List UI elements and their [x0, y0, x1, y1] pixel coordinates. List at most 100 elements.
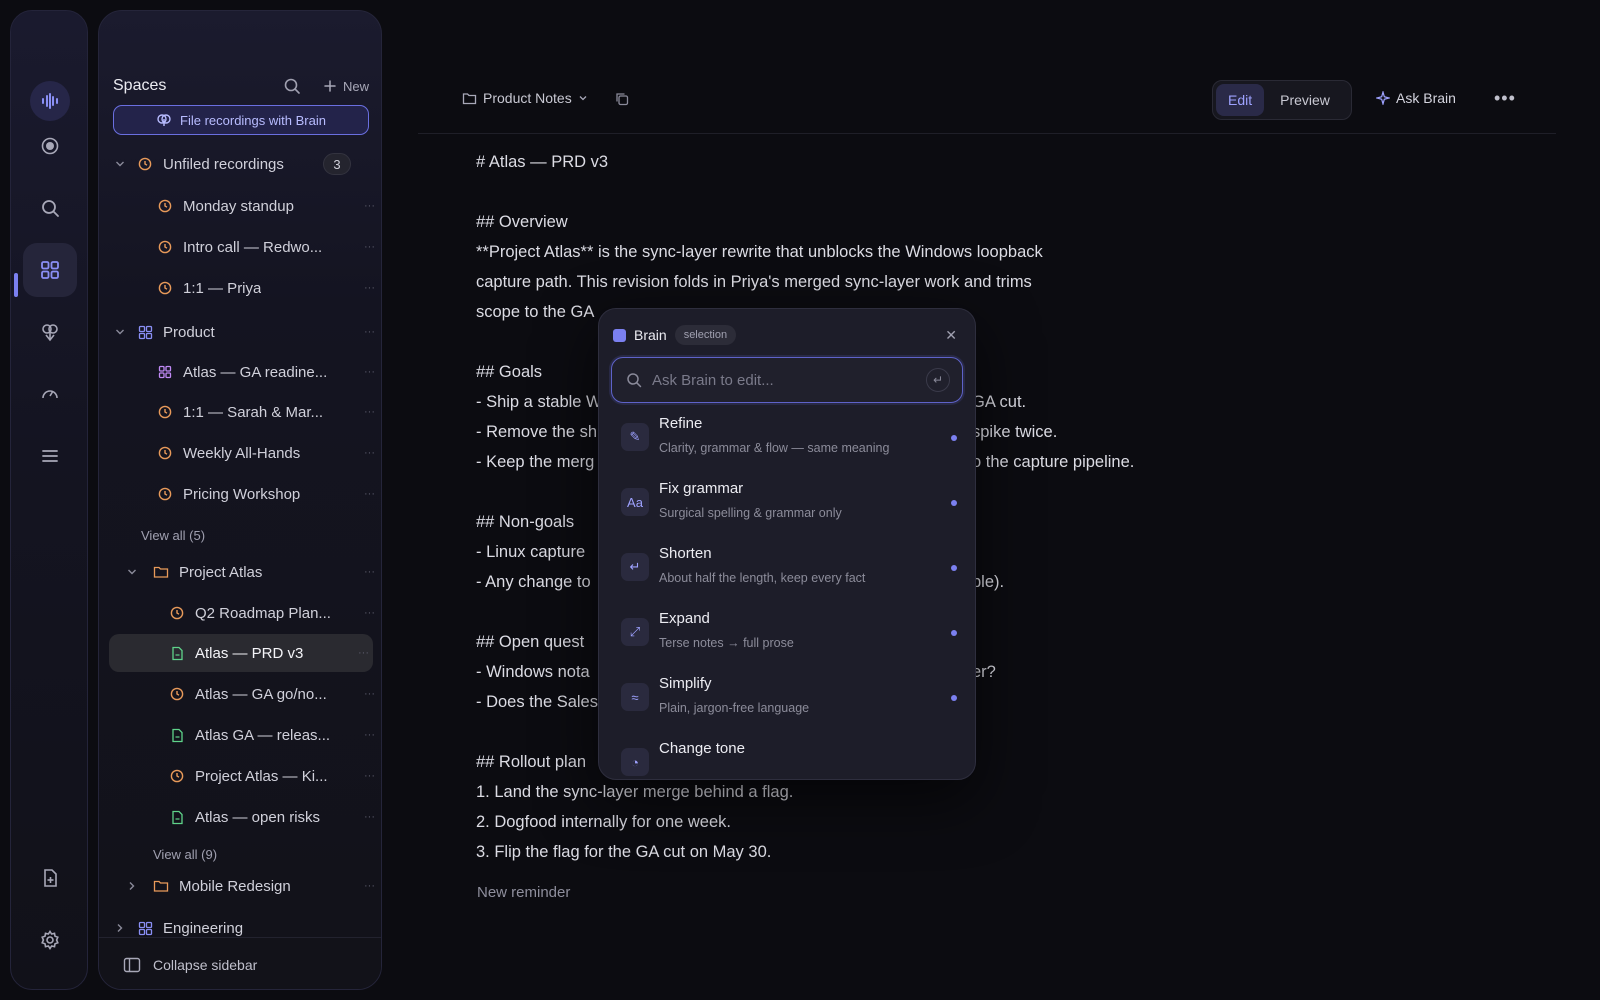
more-icon[interactable]: ···: [364, 770, 375, 782]
list-item[interactable]: 1:1 — Sarah & Mar... ···: [157, 393, 381, 431]
more-icon[interactable]: ···: [358, 647, 369, 659]
more-icon[interactable]: ···: [364, 566, 375, 578]
folder-mobile-redesign[interactable]: Mobile Redesign ···: [125, 867, 381, 905]
more-icon[interactable]: ···: [364, 326, 375, 338]
popover-header: Brain selection: [613, 325, 737, 345]
list-item[interactable]: 1:1 — Priya ···: [157, 269, 381, 307]
more-icon[interactable]: ···: [364, 241, 375, 253]
search-icon[interactable]: [23, 181, 77, 235]
doc-line-fragment: spike twice.: [972, 423, 1058, 441]
chevron-down-icon[interactable]: [113, 325, 127, 339]
spaces-grid-icon[interactable]: [23, 243, 77, 297]
ask-brain-button[interactable]: Ask Brain: [1376, 90, 1456, 106]
brain-icon: [157, 114, 171, 126]
new-button[interactable]: New: [323, 79, 369, 94]
action-change-tone[interactable]: ◔ Change tone: [611, 732, 963, 779]
action-simplify[interactable]: ≈ Simplify Plain, jargon-free language: [611, 667, 963, 729]
settings-gear-icon[interactable]: [23, 913, 77, 967]
clock-icon: [169, 605, 185, 621]
more-icon[interactable]: ···: [364, 366, 375, 378]
new-document-icon[interactable]: [23, 851, 77, 905]
group-label: Unfiled recordings: [163, 155, 284, 173]
list-item[interactable]: Q2 Roadmap Plan... ···: [169, 594, 381, 632]
breadcrumb[interactable]: Product Notes: [462, 90, 588, 106]
clock-icon: [157, 280, 173, 296]
copy-icon[interactable]: [614, 91, 630, 107]
list-item-selected[interactable]: Atlas — PRD v3 ···: [109, 634, 373, 672]
list-item[interactable]: Atlas — GA go/no... ···: [169, 675, 381, 713]
status-dot: [951, 565, 957, 571]
chevron-right-icon[interactable]: [125, 879, 139, 893]
list-item[interactable]: Monday standup ···: [157, 187, 381, 225]
doc-line-fragment: ble).: [972, 573, 1005, 591]
more-icon[interactable]: ···: [364, 688, 375, 700]
item-label: Atlas — PRD v3: [195, 644, 304, 662]
close-icon[interactable]: ✕: [945, 327, 957, 344]
enter-icon[interactable]: ↵: [926, 368, 950, 392]
doc-line: - Remove the sh: [476, 423, 598, 441]
list-item[interactable]: Pricing Workshop ···: [157, 475, 381, 513]
chevron-right-icon[interactable]: [113, 921, 127, 935]
list-item[interactable]: Intro call — Redwo... ···: [157, 228, 381, 266]
doc-line-fragment: GA cut.: [972, 393, 1027, 411]
preview-tab[interactable]: Preview: [1268, 84, 1342, 116]
edit-preview-toggle: Edit Preview: [1212, 80, 1352, 120]
folder-project-atlas[interactable]: Project Atlas ···: [125, 553, 381, 591]
action-shorten[interactable]: ↵ Shorten About half the length, keep ev…: [611, 537, 963, 599]
spaces-tree: Unfiled recordings 3 Monday standup ··· …: [99, 145, 381, 937]
item-label: 1:1 — Sarah & Mar...: [183, 403, 324, 421]
new-reminder-link[interactable]: New reminder: [477, 881, 570, 905]
group-unfiled-recordings[interactable]: Unfiled recordings 3: [113, 145, 369, 183]
action-title: Change tone: [659, 740, 745, 757]
doc-heading: # Atlas — PRD v3: [476, 153, 609, 171]
action-description: Surgical spelling & grammar only: [659, 506, 842, 520]
list-item[interactable]: Project Atlas — Ki... ···: [169, 757, 381, 795]
more-icon[interactable]: ···: [364, 607, 375, 619]
record-icon[interactable]: [23, 119, 77, 173]
breadcrumb-label: Product Notes: [483, 90, 572, 106]
list-item[interactable]: Atlas — open risks ···: [169, 798, 381, 836]
chevron-down-icon[interactable]: [125, 565, 139, 579]
app-rail: [10, 10, 88, 990]
action-expand[interactable]: ⤢ Expand Terse notes → full prose: [611, 602, 963, 664]
more-icon[interactable]: ···: [364, 282, 375, 294]
collapse-sidebar-button[interactable]: Collapse sidebar: [99, 937, 381, 989]
more-icon[interactable]: ···: [364, 811, 375, 823]
more-options-icon[interactable]: •••: [1494, 88, 1516, 109]
sidebar-search-icon[interactable]: [281, 75, 303, 97]
doc-line: ## Goals: [476, 363, 543, 381]
action-title: Refine: [659, 415, 703, 432]
list-item[interactable]: Atlas GA — releas... ···: [169, 716, 381, 754]
gauge-icon[interactable]: [23, 367, 77, 421]
file-recordings-brain-button[interactable]: File recordings with Brain: [113, 105, 369, 135]
doc-line: - Windows nota: [476, 663, 590, 681]
doc-line: - Linux capture: [476, 543, 586, 561]
action-refine[interactable]: ✎ Refine Clarity, grammar & flow — same …: [611, 407, 963, 469]
more-icon[interactable]: ···: [364, 729, 375, 741]
item-label: Monday standup: [183, 197, 294, 215]
more-icon[interactable]: ···: [364, 200, 375, 212]
ask-brain-placeholder: Ask Brain to edit...: [652, 371, 774, 389]
more-icon[interactable]: ···: [364, 488, 375, 500]
action-fix-grammar[interactable]: Aa Fix grammar Surgical spelling & gramm…: [611, 472, 963, 534]
atlas-view-all-link[interactable]: View all (9): [153, 847, 217, 862]
list-item[interactable]: Atlas — GA readine... ···: [157, 353, 381, 391]
group-engineering[interactable]: Engineering: [113, 909, 381, 937]
brain-icon[interactable]: [23, 305, 77, 359]
edit-tab[interactable]: Edit: [1216, 84, 1265, 116]
product-view-all-link[interactable]: View all (5): [141, 528, 205, 543]
item-label: Pricing Workshop: [183, 485, 301, 503]
ask-brain-input[interactable]: Ask Brain to edit... ↵: [611, 357, 963, 403]
action-title: Fix grammar: [659, 480, 744, 497]
list-item[interactable]: Weekly All-Hands ···: [157, 434, 381, 472]
more-icon[interactable]: ···: [364, 447, 375, 459]
clock-icon: [169, 686, 185, 702]
action-description: Plain, jargon-free language: [659, 701, 810, 715]
group-product[interactable]: Product ···: [113, 313, 381, 351]
chevron-down-icon[interactable]: [113, 157, 127, 171]
waveform-logo-icon[interactable]: [30, 81, 70, 121]
list-icon[interactable]: [23, 429, 77, 483]
more-icon[interactable]: ···: [364, 880, 375, 892]
clock-icon: [137, 156, 153, 172]
more-icon[interactable]: ···: [364, 406, 375, 418]
